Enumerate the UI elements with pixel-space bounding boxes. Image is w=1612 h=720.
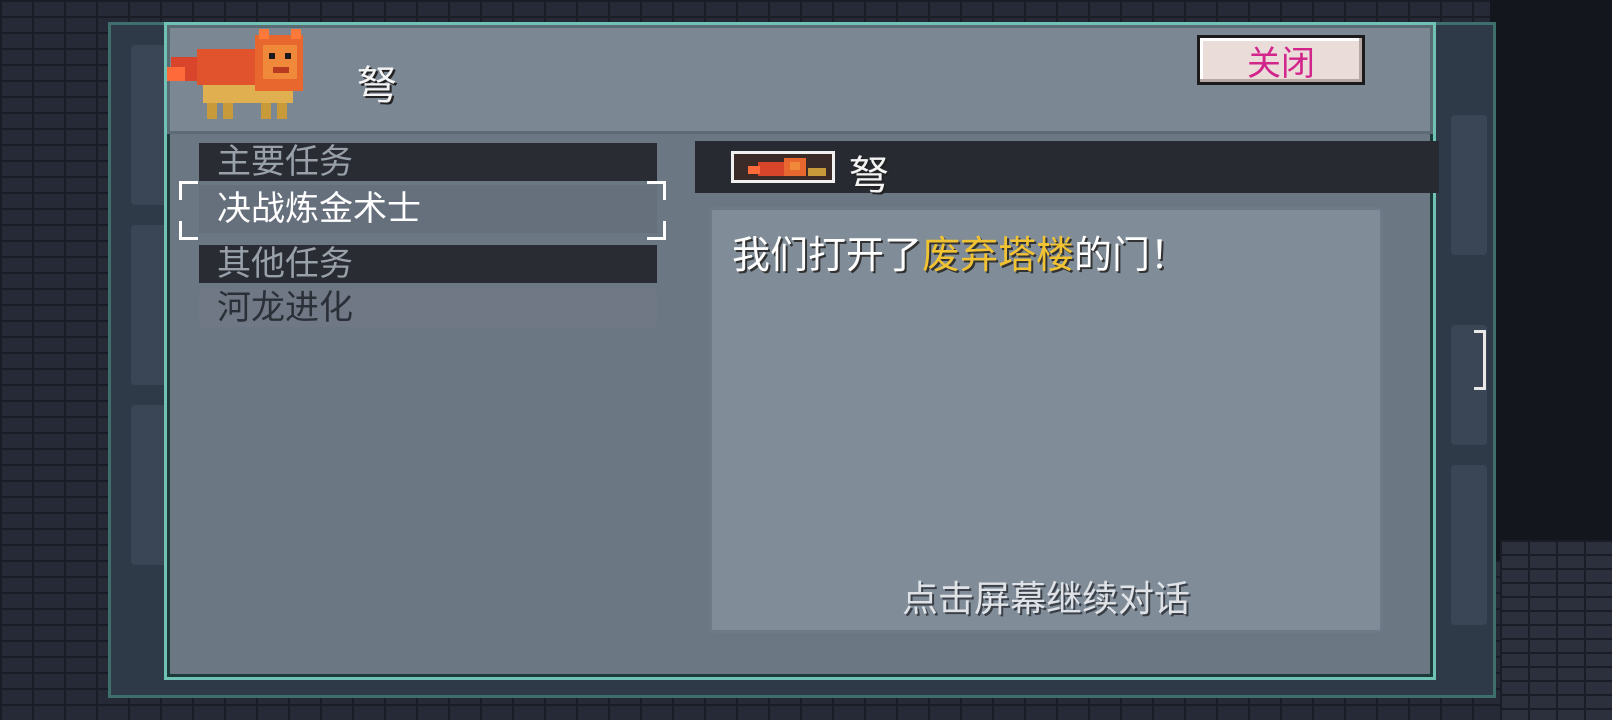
background-tile (1451, 115, 1487, 255)
other-quest-category: 其他任务 (199, 245, 657, 283)
dialogue-box[interactable]: 我们打开了废弃塔楼的门！ 点击屏幕继续对话 (709, 207, 1383, 633)
speaker-bar: 弩 (695, 141, 1439, 199)
side-bracket (1474, 330, 1486, 390)
selection-corner (647, 221, 666, 240)
continue-hint: 点击屏幕继续对话 (901, 579, 1190, 620)
dialogue-text-after: 的门！ (1074, 233, 1189, 277)
quest-item-main[interactable]: 决战炼金术士 (199, 185, 657, 233)
lion-beast-portrait-icon (167, 29, 303, 119)
background-tile (1451, 465, 1487, 625)
selection-corner (647, 181, 666, 200)
background-ledge (1500, 540, 1612, 720)
header-speaker-name: 弩 (357, 63, 397, 109)
dialogue-text-before: 我们打开了 (732, 233, 923, 277)
close-button[interactable]: 关闭 (1197, 35, 1365, 85)
background-shadow (1490, 0, 1612, 560)
quest-item-other[interactable]: 河龙进化 (199, 289, 657, 327)
selection-corner (179, 221, 198, 240)
dialogue-panel: 弩 关闭 主要任务 决战炼金术士 其他任务 河龙进化 弩 我们打开了废弃塔楼的门… (164, 22, 1439, 680)
selection-corner (179, 181, 198, 200)
main-quest-category: 主要任务 (199, 143, 657, 181)
speaker-name: 弩 (849, 153, 889, 199)
header-bar: 弩 关闭 (167, 25, 1433, 134)
dialogue-location-highlight: 废弃塔楼 (922, 233, 1075, 277)
lion-beast-mini-icon (731, 151, 835, 183)
dialogue-text: 我们打开了废弃塔楼的门！ (732, 224, 1188, 279)
